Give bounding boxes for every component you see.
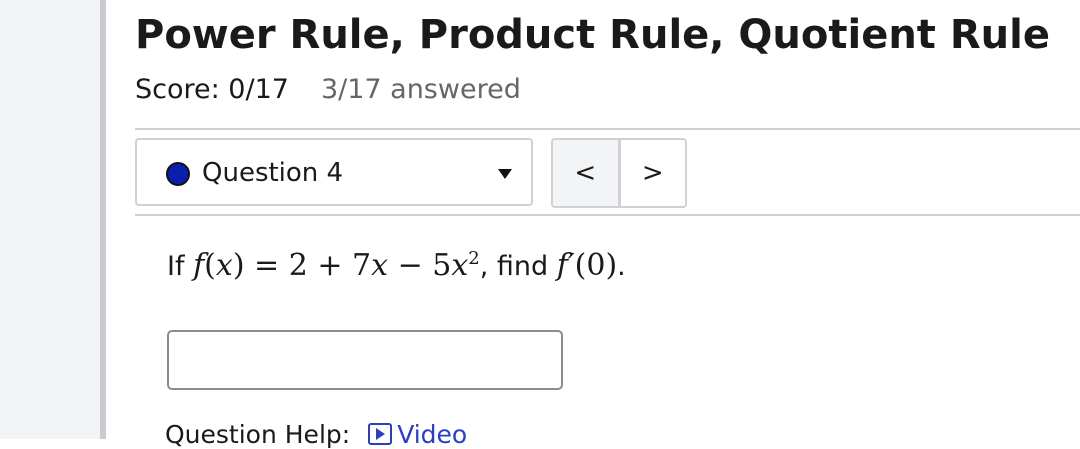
math-term-b: − 5 [388, 248, 452, 283]
math-term-a: 2 + 7 [288, 248, 372, 283]
question-selector-label: Question 4 [202, 158, 344, 188]
page-title: Power Rule, Product Rule, Quotient Rule [135, 12, 1050, 58]
question-nav: < > [551, 138, 687, 208]
question-middle: , find [479, 251, 557, 282]
question-prefix: If [167, 251, 194, 282]
question-prompt: If f(x) = 2 + 7x − 5x2, find f′(0). [167, 248, 626, 283]
main-content: Power Rule, Product Rule, Quotient Rule … [106, 0, 1080, 449]
score-line: Score: 0/17 3/17 answered [135, 74, 521, 105]
question-math: f(x) = 2 + 7x − 5x2 [193, 248, 480, 283]
divider-bottom [135, 214, 1080, 216]
math-function-name: f [193, 248, 205, 283]
answer-input[interactable] [167, 330, 563, 390]
math-eval-point: (0) [574, 248, 618, 283]
question-target-math: f′(0) [557, 248, 617, 283]
question-selector[interactable]: Question 4 [135, 138, 533, 206]
answered-count: 3/17 answered [320, 74, 521, 105]
score-text: Score: 0/17 [135, 74, 289, 105]
math-derivative: f′ [556, 248, 575, 283]
left-gutter [0, 0, 100, 439]
next-question-button[interactable]: > [620, 140, 685, 206]
video-help-link[interactable]: Video [368, 420, 467, 449]
play-icon [368, 423, 393, 445]
previous-question-button[interactable]: < [553, 140, 621, 206]
question-help-label: Question Help: [165, 420, 351, 449]
math-variable: x [215, 248, 233, 283]
math-variable-3: x [451, 248, 469, 283]
math-exponent: 2 [468, 248, 480, 269]
divider-top [135, 128, 1080, 130]
dropdown-caret-icon [498, 169, 512, 179]
video-link-label: Video [397, 420, 468, 449]
question-help: Question Help: Video [165, 420, 467, 449]
math-variable-2: x [371, 248, 389, 283]
question-end: . [617, 251, 626, 282]
question-status-dot [166, 162, 190, 186]
